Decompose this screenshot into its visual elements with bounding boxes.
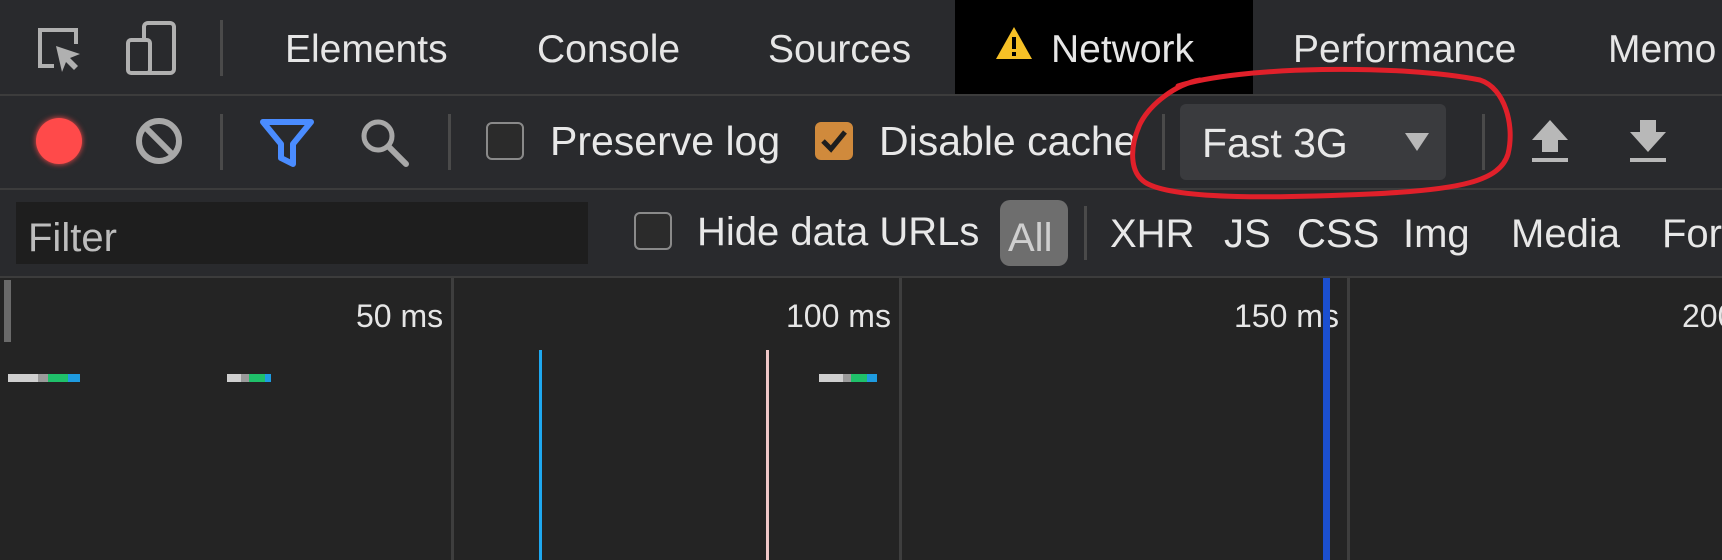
tab-network[interactable]: Network: [955, 0, 1253, 94]
toolbar-separator: [448, 114, 451, 170]
record-button[interactable]: [36, 118, 82, 164]
grid-line: [451, 278, 454, 560]
tab-memory[interactable]: Memo: [1608, 0, 1716, 94]
type-filter-label: All: [1008, 216, 1053, 260]
tab-console[interactable]: Console: [537, 0, 680, 94]
toolbar-separator: [1482, 114, 1485, 170]
current-time-marker: [1323, 278, 1330, 560]
tab-label: Memo: [1608, 28, 1717, 71]
filter-icon[interactable]: [260, 118, 314, 168]
disable-cache-label: Disable cache: [879, 118, 1137, 164]
search-icon[interactable]: [358, 116, 410, 168]
filter-input[interactable]: [16, 202, 588, 264]
type-filter-img[interactable]: Img: [1403, 212, 1470, 257]
preserve-log-checkbox[interactable]: [486, 122, 524, 160]
export-har-icon[interactable]: [1628, 118, 1668, 164]
hide-data-urls-checkbox[interactable]: [634, 212, 672, 250]
hide-data-urls-label: Hide data URLs: [697, 210, 980, 254]
device-toolbar-icon[interactable]: [124, 20, 182, 76]
type-filter-css[interactable]: CSS: [1297, 212, 1379, 257]
filter-separator: [1084, 206, 1087, 260]
type-filter-font[interactable]: For: [1662, 212, 1722, 257]
checkmark-icon: [821, 130, 847, 153]
warning-icon: [995, 0, 1033, 98]
tab-label: Console: [537, 28, 681, 71]
tab-label: Elements: [285, 28, 448, 71]
network-overview-timeline[interactable]: 50 ms 100 ms 150 ms 200: [0, 278, 1722, 560]
tab-label: Sources: [768, 28, 912, 71]
filter-bar: Hide data URLs All XHR JS CSS Img Media …: [0, 190, 1722, 278]
dropdown-arrow-icon: [1404, 132, 1430, 157]
toolbar-separator: [1162, 114, 1165, 170]
type-filter-media[interactable]: Media: [1511, 212, 1620, 257]
tab-performance[interactable]: Performance: [1293, 0, 1516, 94]
tab-elements[interactable]: Elements: [285, 0, 448, 94]
type-filter-xhr[interactable]: XHR: [1110, 212, 1194, 257]
preserve-log-label: Preserve log: [550, 118, 781, 164]
overview-drag-handle[interactable]: [4, 280, 11, 342]
tab-sources[interactable]: Sources: [768, 0, 911, 94]
throttling-select[interactable]: Fast 3G: [1180, 104, 1446, 180]
dom-content-loaded-marker: [539, 350, 542, 560]
inspect-element-icon[interactable]: [34, 24, 84, 74]
network-toolbar: Preserve log Disable cache Fast 3G: [0, 96, 1722, 190]
grid-line: [899, 278, 902, 560]
throttling-value: Fast 3G: [1202, 120, 1348, 166]
tab-label: Performance: [1293, 28, 1517, 71]
import-har-icon[interactable]: [1530, 118, 1570, 164]
devtools-tab-bar: Elements Console Sources Network Perform…: [0, 0, 1722, 96]
tab-label: Network: [1051, 28, 1195, 71]
load-event-marker: [766, 350, 769, 560]
clear-icon[interactable]: [134, 116, 184, 166]
type-filter-js[interactable]: JS: [1224, 212, 1271, 257]
tab-separator: [220, 20, 223, 76]
grid-line: [1347, 278, 1350, 560]
type-filter-all[interactable]: All: [1000, 200, 1068, 266]
disable-cache-checkbox[interactable]: [815, 122, 853, 160]
timeline-tick-label: 50 ms: [356, 298, 444, 334]
timeline-tick-label: 100 ms: [786, 298, 891, 334]
toolbar-separator: [220, 114, 223, 170]
timeline-tick-label: 200: [1682, 298, 1722, 334]
